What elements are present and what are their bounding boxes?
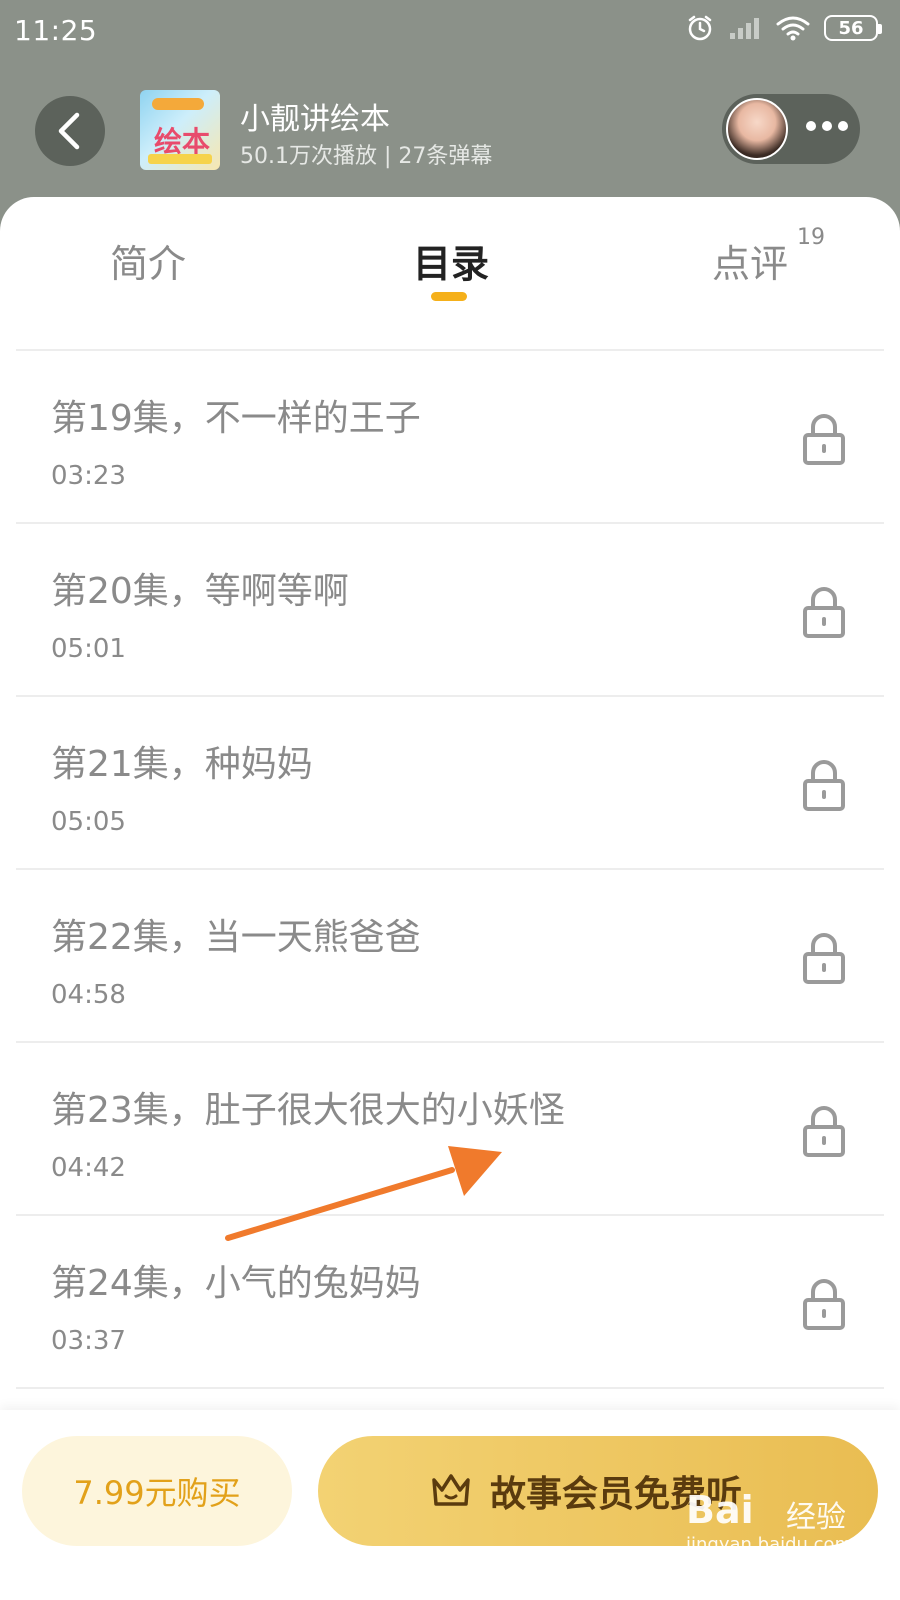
content-card: 简介 目录 点评 19 第19集，不一样的王子 03:23 第20集，等啊等啊 … (0, 197, 900, 1600)
lock-icon (803, 1106, 845, 1157)
list-item[interactable]: 第19集，不一样的王子 03:23 (16, 351, 884, 524)
back-button[interactable] (35, 96, 105, 166)
chevron-left-icon (58, 112, 80, 150)
episode-title: 第19集，不一样的王子 (51, 398, 421, 439)
alarm-icon (688, 15, 712, 41)
album-cover[interactable]: 绘本 (140, 90, 220, 170)
annotation-arrow-icon (225, 1146, 502, 1241)
battery-indicator: 56 (824, 15, 882, 41)
crown-icon (432, 1474, 470, 1506)
episode-duration: 03:23 (51, 461, 126, 491)
list-item[interactable]: 第21集，种妈妈 05:05 (16, 697, 884, 870)
avatar[interactable] (726, 98, 788, 160)
watermark-brand: Bai (686, 1488, 754, 1532)
episode-duration: 04:42 (51, 1153, 126, 1183)
buy-button[interactable]: 7.99元购买 (22, 1436, 292, 1546)
list-item[interactable]: 第20集，等啊等啊 05:01 (16, 524, 884, 697)
episode-duration: 05:01 (51, 634, 126, 664)
episode-duration: 04:58 (51, 980, 126, 1010)
episode-title: 第20集，等啊等啊 (51, 571, 349, 612)
watermark: Bai 经验 jingyan.baidu.com (686, 1488, 886, 1568)
active-tab-indicator (431, 292, 467, 301)
signal-icon (730, 18, 759, 39)
album-meta: 50.1万次播放 | 27条弹幕 (240, 144, 493, 169)
user-menu[interactable] (722, 94, 860, 164)
more-icon[interactable] (806, 121, 848, 131)
episode-duration: 05:05 (51, 807, 126, 837)
episode-title: 第21集，种妈妈 (51, 744, 313, 785)
tab-intro[interactable]: 简介 (110, 233, 186, 288)
purchase-bar: 7.99元购买 故事会员免费听 Bai 经验 jingyan.baidu.com (0, 1410, 900, 1600)
status-icons: 56 (686, 14, 882, 42)
cover-decoration (152, 98, 204, 110)
album-header: 绘本 小靓讲绘本 50.1万次播放 | 27条弹幕 (0, 62, 900, 202)
status-bar: 11:25 56 (0, 0, 900, 62)
lock-icon (803, 414, 845, 465)
episode-title: 第22集，当一天熊爸爸 (51, 917, 421, 958)
watermark-brand-cn: 经验 (786, 1500, 846, 1535)
episode-duration: 03:37 (51, 1326, 126, 1356)
wifi-icon (776, 16, 810, 41)
tab-bar: 简介 目录 点评 19 (0, 197, 900, 347)
battery-level: 56 (838, 17, 864, 39)
episode-title: 第23集，肚子很大很大的小妖怪 (51, 1090, 565, 1131)
tab-catalog[interactable]: 目录 (413, 233, 489, 288)
lock-icon (803, 933, 845, 984)
cover-decoration (148, 154, 212, 164)
review-count-badge: 19 (797, 225, 825, 250)
episode-title: 第24集，小气的兔妈妈 (51, 1263, 421, 1304)
lock-icon (803, 1279, 845, 1330)
album-title: 小靓讲绘本 (240, 102, 390, 137)
lock-icon (803, 760, 845, 811)
watermark-url: jingyan.baidu.com (686, 1534, 853, 1555)
status-time: 11:25 (14, 14, 98, 47)
tab-review[interactable]: 点评 (712, 233, 788, 288)
buy-button-label: 7.99元购买 (73, 1474, 241, 1512)
list-item[interactable]: 第22集，当一天熊爸爸 04:58 (16, 870, 884, 1043)
lock-icon (803, 587, 845, 638)
